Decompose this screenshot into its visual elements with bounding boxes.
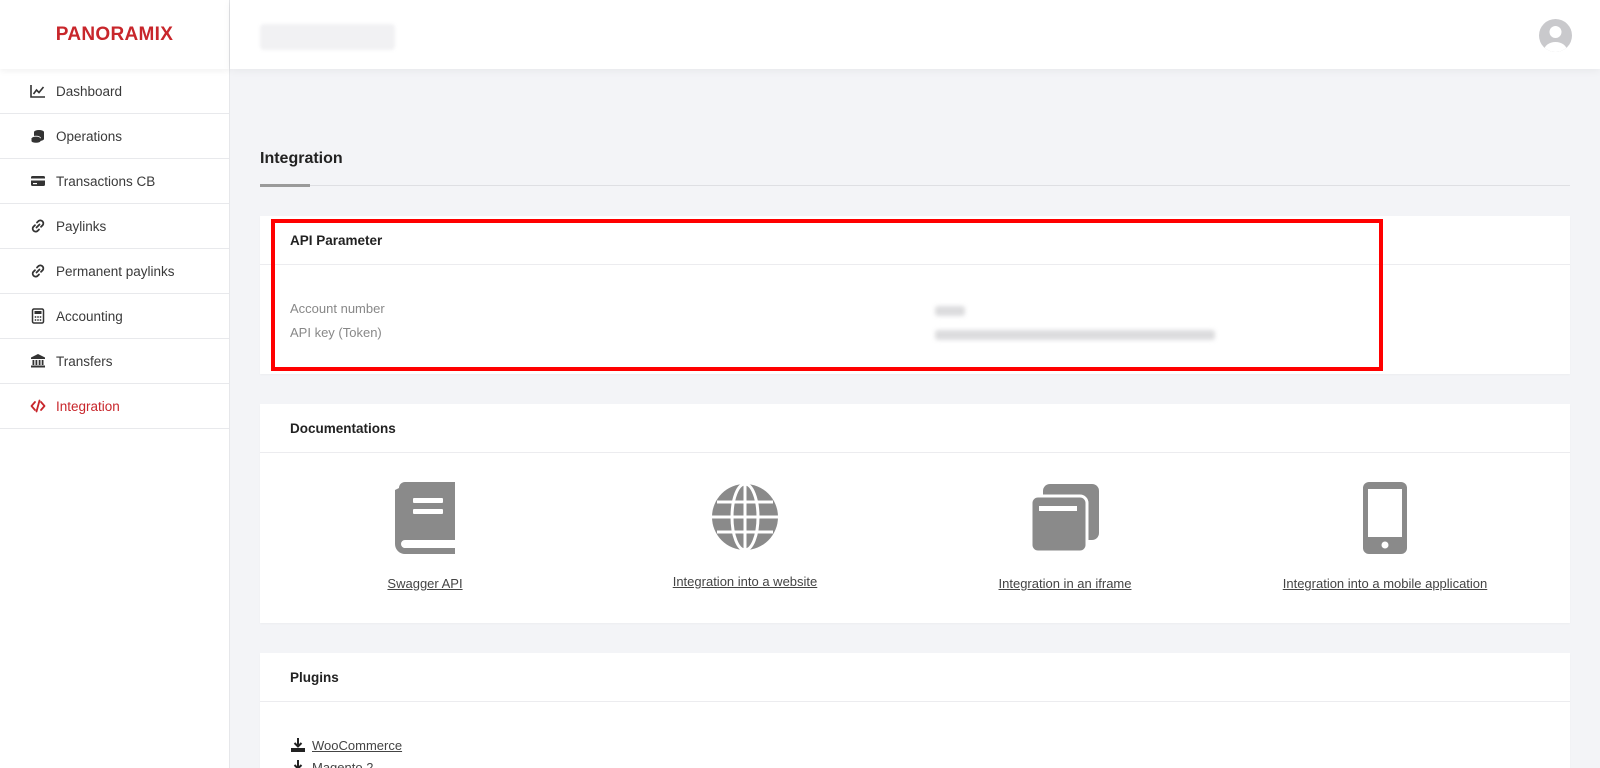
woocommerce-link[interactable]: WooCommerce [312, 738, 402, 753]
sidebar-item-label: Dashboard [56, 83, 123, 99]
chart-line-icon [29, 83, 46, 100]
sidebar-item-transfers[interactable]: Transfers [0, 339, 229, 384]
doc-item-mobile[interactable]: Integration into a mobile application [1225, 482, 1545, 593]
plugin-item-woocommerce[interactable]: WooCommerce [290, 737, 402, 753]
sidebar-item-accounting[interactable]: Accounting [0, 294, 229, 339]
link-icon [29, 218, 46, 235]
plugins-card: Plugins WooCommerce Magento 2 [260, 653, 1570, 768]
mobile-integration-link[interactable]: Integration into a mobile application [1283, 576, 1488, 591]
card-header: API Parameter [260, 216, 1570, 265]
book-icon [265, 482, 585, 554]
doc-item-iframe[interactable]: Integration in an iframe [905, 482, 1225, 593]
swagger-api-link[interactable]: Swagger API [387, 576, 462, 591]
account-number-value [935, 306, 965, 316]
api-key-label: API key (Token) [290, 325, 382, 340]
sidebar-item-label: Transfers [56, 353, 113, 369]
magento-link[interactable]: Magento 2 [312, 760, 373, 768]
topbar [230, 0, 1600, 69]
iframe-integration-link[interactable]: Integration in an iframe [999, 576, 1132, 591]
sidebar-item-paylinks[interactable]: Paylinks [0, 204, 229, 249]
website-integration-link[interactable]: Integration into a website [673, 574, 818, 589]
code-icon [29, 398, 46, 415]
mobile-icon [1225, 482, 1545, 554]
card-header: Plugins [260, 653, 1570, 702]
account-number-label: Account number [290, 301, 385, 316]
sidebar-item-label: Transactions CB [56, 173, 156, 189]
sidebar-item-transactions-cb[interactable]: Transactions CB [0, 159, 229, 204]
page-title-section: Integration [260, 150, 1570, 187]
doc-item-swagger[interactable]: Swagger API [265, 482, 585, 593]
calculator-icon [29, 308, 46, 325]
windows-icon [905, 482, 1225, 554]
documentations-card: Documentations Swagger API Integration i… [260, 404, 1570, 623]
brand-logo[interactable]: PANORAMIX [0, 0, 229, 69]
sidebar-item-permanent-paylinks[interactable]: Permanent paylinks [0, 249, 229, 294]
sidebar-item-label: Operations [56, 128, 123, 144]
account-selector[interactable] [260, 24, 395, 50]
page-title: Integration [260, 150, 343, 167]
sidebar-item-operations[interactable]: Operations [0, 114, 229, 159]
sidebar-item-label: Integration [56, 398, 120, 414]
card-header: Documentations [260, 404, 1570, 453]
credit-card-icon [29, 173, 46, 190]
download-icon [290, 759, 306, 768]
sidebar-item-label: Accounting [56, 308, 123, 324]
coins-icon [29, 128, 46, 145]
title-underline [260, 184, 310, 187]
bank-icon [29, 353, 46, 370]
download-icon [290, 737, 306, 753]
doc-item-website[interactable]: Integration into a website [585, 482, 905, 591]
globe-icon [585, 482, 905, 552]
sidebar: PANORAMIX Dashboard Operations Transacti… [0, 0, 230, 768]
link-icon [29, 263, 46, 280]
api-parameter-card: API Parameter Account number API key (To… [260, 216, 1570, 374]
user-avatar-icon[interactable] [1539, 19, 1572, 52]
api-key-value [935, 330, 1215, 340]
plugin-item-magento[interactable]: Magento 2 [290, 759, 373, 768]
sidebar-item-label: Paylinks [56, 218, 107, 234]
sidebar-item-integration[interactable]: Integration [0, 384, 229, 429]
sidebar-item-dashboard[interactable]: Dashboard [0, 69, 229, 114]
sidebar-item-label: Permanent paylinks [56, 263, 175, 279]
